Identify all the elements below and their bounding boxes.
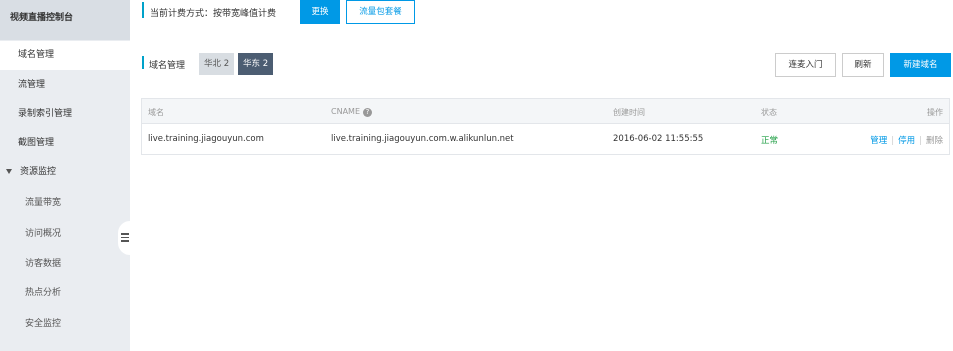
sidebar-item-recording-index[interactable]: 录制索引管理 bbox=[0, 100, 130, 129]
manage-link[interactable]: 管理 bbox=[870, 136, 887, 146]
domain-table: 域名 CNAME? 创建时间 状态 操作 live.training.jiago… bbox=[141, 98, 950, 155]
sidebar-collapse-toggle[interactable] bbox=[118, 221, 130, 255]
sidebar-item-screenshot-management[interactable]: 截图管理 bbox=[0, 129, 130, 158]
sidebar-item-stream-management[interactable]: 流管理 bbox=[0, 71, 130, 100]
sidebar: 视频直播控制台 域名管理 流管理 录制索引管理 截图管理 资源监控 流量带宽 访… bbox=[0, 0, 130, 351]
action-separator: | bbox=[891, 136, 895, 146]
cell-cname: live.training.jiagouyun.com.w.alikunlun.… bbox=[331, 134, 514, 144]
lianmai-intro-button[interactable]: 连麦入门 bbox=[775, 53, 836, 77]
cell-created: 2016-06-02 11:55:55 bbox=[613, 134, 704, 144]
menu-collapse-icon bbox=[121, 233, 129, 242]
table-header: 域名 CNAME? 创建时间 状态 操作 bbox=[142, 99, 949, 124]
disable-link[interactable]: 停用 bbox=[898, 136, 915, 146]
console-title: 视频直播控制台 bbox=[0, 0, 130, 40]
section-title: 域名管理 bbox=[149, 61, 186, 71]
column-header-status: 状态 bbox=[761, 108, 777, 117]
sidebar-item-hotspot-analysis[interactable]: 热点分析 bbox=[0, 279, 130, 308]
column-header-domain: 域名 bbox=[148, 108, 164, 117]
region-tab-north[interactable]: 华北 2 bbox=[199, 53, 235, 75]
action-separator: | bbox=[919, 136, 922, 146]
status-badge: 正常 bbox=[761, 136, 779, 146]
refresh-button[interactable]: 刷新 bbox=[842, 53, 884, 77]
column-header-cname: CNAME? bbox=[331, 107, 372, 117]
sidebar-item-domain-management[interactable]: 域名管理 bbox=[0, 41, 130, 70]
region-tab-east[interactable]: 华东 2 bbox=[238, 53, 274, 75]
caret-down-icon bbox=[6, 169, 12, 174]
sidebar-group-label: 资源监控 bbox=[20, 167, 57, 177]
billing-method-label: 当前计费方式：按带宽峰值计费 bbox=[150, 9, 277, 19]
cell-domain: live.training.jiagouyun.com bbox=[148, 134, 264, 144]
sidebar-item-visitor-data[interactable]: 访客数据 bbox=[0, 250, 130, 279]
sidebar-item-access-overview[interactable]: 访问概况 bbox=[0, 220, 130, 249]
change-billing-button[interactable]: 更换 bbox=[300, 0, 340, 24]
sidebar-item-traffic-bandwidth[interactable]: 流量带宽 bbox=[0, 189, 130, 218]
section-accent-bar bbox=[142, 56, 144, 69]
column-header-created: 创建时间 bbox=[613, 108, 645, 117]
traffic-package-button[interactable]: 流量包套餐 bbox=[346, 0, 415, 24]
column-header-cname-label: CNAME bbox=[331, 107, 360, 116]
help-icon[interactable]: ? bbox=[363, 108, 372, 117]
new-domain-button[interactable]: 新建域名 bbox=[890, 53, 951, 77]
billing-accent-bar bbox=[142, 2, 144, 18]
billing-bar: 当前计费方式：按带宽峰值计费 bbox=[130, 0, 953, 25]
row-actions: 管理 | 停用 | 删除 bbox=[870, 134, 943, 146]
app-root: 视频直播控制台 域名管理 流管理 录制索引管理 截图管理 资源监控 流量带宽 访… bbox=[0, 0, 953, 351]
sidebar-item-security-monitoring[interactable]: 安全监控 bbox=[0, 310, 130, 339]
delete-link[interactable]: 删除 bbox=[926, 136, 943, 146]
column-header-actions: 操作 bbox=[927, 108, 943, 117]
sidebar-group-resource-monitoring[interactable]: 资源监控 bbox=[0, 158, 130, 187]
